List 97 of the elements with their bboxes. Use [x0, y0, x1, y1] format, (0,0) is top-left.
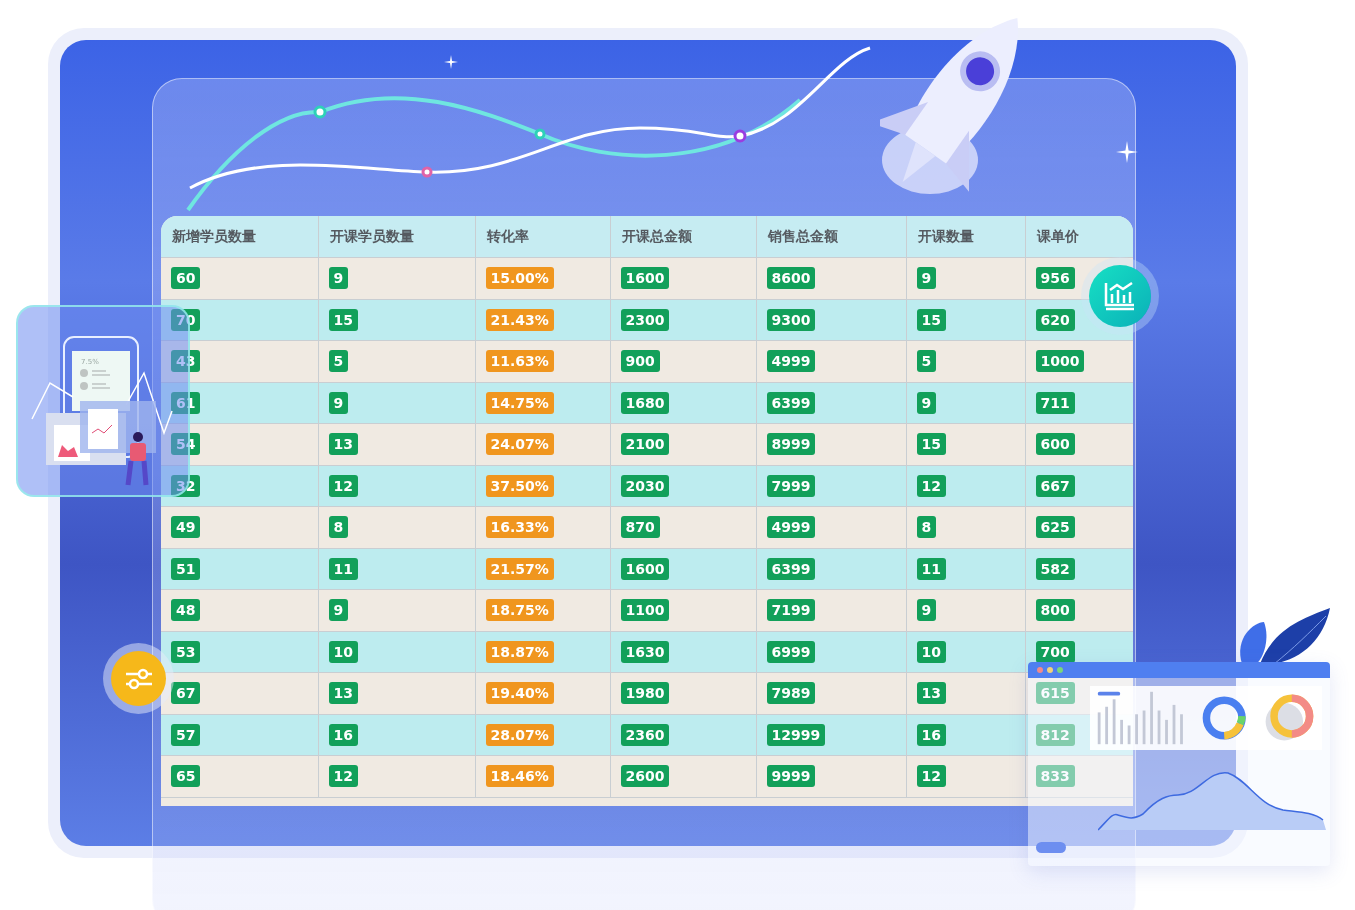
value-badge: 12999 — [766, 723, 826, 746]
value-badge: 9 — [916, 599, 937, 622]
value-badge: 812 — [1035, 723, 1075, 746]
value-badge: 15.00% — [485, 267, 554, 290]
value-badge: 6999 — [766, 640, 816, 663]
value-badge: 19.40% — [485, 682, 554, 705]
sparkle-icon — [1116, 141, 1138, 163]
value-badge: 1630 — [620, 640, 670, 663]
value-badge: 900 — [620, 350, 660, 373]
value-badge: 7999 — [766, 474, 816, 497]
value-badge: 7989 — [766, 682, 816, 705]
value-badge: 12 — [916, 474, 946, 497]
value-badge: 2360 — [620, 723, 670, 746]
value-badge: 700 — [1035, 640, 1075, 663]
value-badge: 57 — [171, 723, 201, 746]
value-badge: 2600 — [620, 765, 670, 788]
value-badge: 5 — [328, 350, 349, 373]
value-badge: 48 — [171, 599, 201, 622]
value-badge: 6399 — [766, 557, 816, 580]
value-badge: 711 — [1035, 391, 1075, 414]
value-badge: 1600 — [620, 267, 670, 290]
value-badge: 12 — [328, 765, 358, 788]
value-badge: 18.87% — [485, 640, 554, 663]
value-badge: 667 — [1035, 474, 1075, 497]
value-badge: 1100 — [620, 599, 670, 622]
value-badge: 6399 — [766, 391, 816, 414]
value-badge: 620 — [1035, 308, 1075, 331]
value-badge: 8999 — [766, 433, 816, 456]
value-badge: 5 — [916, 350, 937, 373]
value-badge: 9300 — [766, 308, 816, 331]
value-badge: 53 — [171, 640, 201, 663]
value-badge: 615 — [1035, 682, 1075, 705]
value-badge: 8600 — [766, 267, 816, 290]
column-header: 开课学员数量 — [318, 216, 475, 258]
value-badge: 600 — [1035, 433, 1075, 456]
value-badge: 13 — [328, 433, 358, 456]
value-badge: 16.33% — [485, 516, 554, 539]
value-badge: 60 — [171, 267, 201, 290]
value-badge: 21.57% — [485, 557, 554, 580]
value-badge: 4999 — [766, 516, 816, 539]
value-badge: 2100 — [620, 433, 670, 456]
value-badge: 9 — [328, 391, 349, 414]
value-badge: 65 — [171, 765, 201, 788]
value-badge: 18.46% — [485, 765, 554, 788]
value-badge: 956 — [1035, 267, 1075, 290]
value-badge: 800 — [1035, 599, 1075, 622]
value-badge: 49 — [171, 516, 201, 539]
value-badge: 13 — [916, 682, 946, 705]
value-badge: 12 — [916, 765, 946, 788]
value-badge: 15 — [916, 433, 946, 456]
column-header: 销售总金额 — [756, 216, 906, 258]
value-badge: 2030 — [620, 474, 670, 497]
value-badge: 16 — [916, 723, 946, 746]
value-badge: 14.75% — [485, 391, 554, 414]
value-badge: 8 — [916, 516, 937, 539]
person-figure-drawing — [125, 432, 149, 488]
value-badge: 1980 — [620, 682, 670, 705]
value-badge: 4999 — [766, 350, 816, 373]
value-badge: 582 — [1035, 557, 1075, 580]
value-badge: 833 — [1035, 765, 1075, 788]
column-header: 转化率 — [475, 216, 610, 258]
value-badge: 1000 — [1035, 350, 1085, 373]
value-badge: 2300 — [620, 308, 670, 331]
value-badge: 10 — [916, 640, 946, 663]
value-badge: 9 — [916, 391, 937, 414]
value-badge: 15 — [916, 308, 946, 331]
value-badge: 870 — [620, 516, 660, 539]
sparkle-icon — [444, 55, 458, 69]
pill-icon — [1036, 842, 1066, 853]
value-badge: 16 — [328, 723, 358, 746]
value-badge: 24.07% — [485, 433, 554, 456]
value-badge: 18.75% — [485, 599, 554, 622]
value-badge: 7199 — [766, 599, 816, 622]
value-badge: 67 — [171, 682, 201, 705]
value-badge: 625 — [1035, 516, 1075, 539]
value-badge: 9999 — [766, 765, 816, 788]
value-badge: 11.63% — [485, 350, 554, 373]
value-badge: 11 — [328, 557, 358, 580]
value-badge: 28.07% — [485, 723, 554, 746]
value-badge: 8 — [328, 516, 349, 539]
value-badge: 9 — [916, 267, 937, 290]
column-header: 开课数量 — [906, 216, 1025, 258]
value-badge: 11 — [916, 557, 946, 580]
value-badge: 13 — [328, 682, 358, 705]
value-badge: 9 — [328, 599, 349, 622]
value-badge: 1600 — [620, 557, 670, 580]
value-badge: 37.50% — [485, 474, 554, 497]
value-badge: 51 — [171, 557, 201, 580]
column-header: 开课总金额 — [610, 216, 756, 258]
column-header: 课单价 — [1025, 216, 1133, 258]
column-header: 新增学员数量 — [161, 216, 318, 258]
value-badge: 21.43% — [485, 308, 554, 331]
value-badge: 9 — [328, 267, 349, 290]
value-badge: 1680 — [620, 391, 670, 414]
value-badge: 10 — [328, 640, 358, 663]
value-badge: 15 — [328, 308, 358, 331]
value-badge: 12 — [328, 474, 358, 497]
